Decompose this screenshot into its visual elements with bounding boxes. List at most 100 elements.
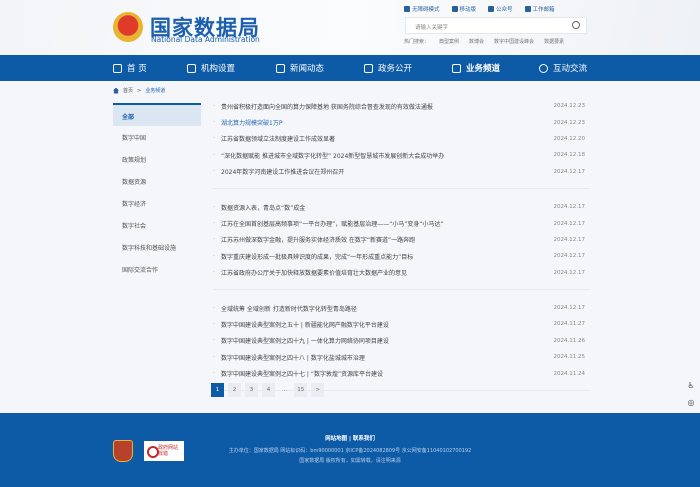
page-button[interactable]: 15 [294,383,308,397]
breadcrumb-separator: > [137,87,142,94]
list-item[interactable]: 2024年数字河南建设工作推进会议在郑州召开 2024.12.17 [213,164,590,180]
briefcase-icon [364,63,373,73]
article-date: 2024.11.24 [553,370,586,377]
divider [213,288,590,290]
article-title[interactable]: 数字中国建设典型案例之五十 | 新疆能化网产融数字化平台建设 [221,320,389,329]
search-placeholder: 请输入关键字 [415,25,449,31]
accessibility-float-icon[interactable]: ♿ [686,381,696,391]
sidebar: 全部 数字中国 政策规划 数据资源 数字经济 数字社会 数字科技和基础设施 国际交流合作 [113,103,201,280]
article-title[interactable]: 江苏在全国首创基层高频事项“一平台办理”，赋能基层治理——“小马”变身“小马达” [221,219,444,228]
article-date: 2024.12.17 [553,253,586,260]
sidebar-item[interactable]: 数字科技和基础设施 [113,236,201,258]
article-title[interactable]: 江苏省政府办公厅关于加快释放数据要素价值培育壮大数据产业的意见 [221,268,407,277]
article-title[interactable]: 江苏苏州做深数字金融，提升服务实体经济质效 在数字“新赛道”一路奔跑 [221,235,415,244]
hot-searches: 热门搜索： 典型案例 数博会 数字中国建设峰会 数据要素 [404,38,564,45]
main-nav: 首 页 机构设置 新闻动态 政务公开 业务频道 互动交流 [0,55,700,81]
article-date: 2024.11.27 [553,321,586,328]
nav-organization[interactable]: 机构设置 [187,62,235,74]
page-button: ... [282,387,288,393]
sidebar-item[interactable]: 数字社会 [113,214,201,236]
hot-term[interactable]: 典型案例 [439,38,459,45]
mail-icon [524,6,531,12]
footer-info: 主办单位：国家数据局 网站标识码：bm90000001 京ICP备2024082… [228,448,472,454]
article-title[interactable]: 数字中国建设典型案例之四十七 | “数字敦煌”资源库平台建设 [221,369,383,378]
article-date: 2024.11.25 [553,354,586,361]
pagination: 1 2 3 4... 15 > [211,383,325,397]
hot-term[interactable]: 数字中国建设峰会 [494,38,534,45]
list-item[interactable]: 江苏省政府办公厅关于加快释放数据要素价值培育壮大数据产业的意见 2024.12.1… [213,265,590,281]
article-title[interactable]: 数字中国建设典型案例之四十八 | 数字化盐城城市治理 [221,353,365,362]
list-item[interactable]: 数字中国建设典型案例之四十七 | “数字敦煌”资源库平台建设 2024.11.24 [213,365,590,381]
article-title[interactable]: 湖北算力规模突破1万P [221,118,282,127]
article-title[interactable]: 数字重庆建设形成一批极具辨识度的成果，完成“一年形成重点能力”目标 [221,252,413,261]
list-item[interactable]: “深化数据赋能 推进城市全域数字化转型” 2024新型智慧城市发展创新大会成功举… [213,147,590,163]
article-title[interactable]: 数据资源入表，青岛点“数”成金 [221,203,305,212]
search-input[interactable]: 请输入关键字 [405,17,587,34]
page-button[interactable]: 1 [211,383,224,397]
page-button[interactable]: 2 [228,383,241,397]
wechat-icon [488,6,495,12]
page-button[interactable]: 4 [262,383,275,397]
article-title[interactable]: “深化数据赋能 推进城市全域数字化转型” 2024新型智慧城市发展创新大会成功举… [221,151,444,160]
home-icon [113,63,122,73]
hot-term[interactable]: 数据要素 [544,38,564,45]
article-title[interactable]: 数字中国建设典型案例之四十九 | 一体化算力网络协同项目建设 [221,336,389,345]
wechat-link[interactable]: 公众号 [488,5,513,13]
article-date: 2024.12.17 [553,168,586,175]
hot-term[interactable]: 数博会 [469,38,484,45]
article-title[interactable]: 全域统筹 全域创新 打造新时代数字化转型青岛路径 [221,304,357,313]
article-date: 2024.12.20 [553,135,586,142]
list-item[interactable]: 湖北算力规模突破1万P 2024.12.23 [213,114,590,130]
list-item[interactable]: 江苏苏州做深数字金融，提升服务实体经济质效 在数字“新赛道”一路奔跑 2024.1… [213,232,590,248]
sidebar-item[interactable]: 国际交流合作 [113,258,201,280]
chat-icon [539,63,548,73]
list-item[interactable]: 贵州省积极打造面向全国的算力保障基地 获国务院综合督查发现的有效做法通报 2024… [213,98,590,114]
elder-mode-float-icon[interactable]: ◎ [686,398,696,408]
breadcrumb: 首页 > 业务频道 [113,87,165,94]
article-date: 2024.12.17 [553,220,586,227]
sidebar-item[interactable]: 数字中国 [113,126,201,148]
footer-links[interactable]: 网站地图 | 联系我们 [0,434,700,442]
breadcrumb-home[interactable]: 首页 [123,87,133,94]
list-item[interactable]: 江苏在全国首创基层高频事项“一平台办理”，赋能基层治理——“小马”变身“小马达”… [213,215,590,231]
breadcrumb-current[interactable]: 业务频道 [145,87,165,94]
email-link[interactable]: 工作邮箱 [524,5,555,13]
list-item[interactable]: 数字中国建设典型案例之四十九 | 一体化算力网络协同项目建设 2024.11.26 [213,333,590,349]
search-icon[interactable] [572,21,580,29]
list-item[interactable]: 数字中国建设典型案例之五十 | 新疆能化网产融数字化平台建设 2024.11.27 [213,316,590,332]
article-title[interactable]: 江苏省数据领域立法制度建设工作成效显著 [221,134,335,143]
article-date: 2024.12.23 [553,119,586,126]
hot-label: 热门搜索： [404,39,430,45]
mobile-link[interactable]: 移动版 [451,5,476,13]
site-title-en: National Data Administration [151,35,260,44]
divider [213,187,590,189]
accessibility-link[interactable]: 无障碍模式 [404,5,440,13]
article-date: 2024.12.17 [553,305,586,312]
list-item[interactable]: 数字重庆建设形成一批极具辨识度的成果，完成“一年形成重点能力”目标 2024.12… [213,248,590,264]
article-title[interactable]: 贵州省积极打造面向全国的算力保障基地 获国务院综合督查发现的有效做法通报 [221,102,433,111]
article-title[interactable]: 2024年数字河南建设工作推进会议在郑州召开 [221,167,344,176]
nav-news[interactable]: 新闻动态 [276,62,324,74]
nav-interaction[interactable]: 互动交流 [539,62,587,74]
article-date: 2024.12.17 [553,236,586,243]
sidebar-item[interactable]: 数字经济 [113,192,201,214]
page-button[interactable]: 3 [245,383,258,397]
list-item[interactable]: 全域统筹 全域创新 打造新时代数字化转型青岛路径 2024.12.17 [213,300,590,316]
next-page-button[interactable]: > [311,383,325,397]
news-list: 贵州省积极打造面向全国的算力保障基地 获国务院综合督查发现的有效做法通报 2024… [213,98,590,401]
article-date: 2024.12.17 [553,269,586,276]
top-links: 无障碍模式 移动版 公众号 工作邮箱 [404,5,555,13]
nav-home[interactable]: 首 页 [113,62,147,74]
national-emblem-logo [113,12,143,42]
nav-business[interactable]: 业务频道 [452,62,500,74]
list-item[interactable]: 江苏省数据领域立法制度建设工作成效显著 2024.12.20 [213,131,590,147]
nav-public-affairs[interactable]: 政务公开 [364,62,412,74]
document-icon [452,63,461,73]
list-item[interactable]: 数字中国建设典型案例之四十八 | 数字化盐城城市治理 2024.11.25 [213,349,590,365]
sidebar-item[interactable]: 政策规划 [113,148,201,170]
list-item[interactable]: 数据资源入表，青岛点“数”成金 2024.12.17 [213,199,590,215]
sidebar-item[interactable]: 数据资源 [113,170,201,192]
footer-copyright: 国家数据局 版权所有，如需转载，请注明来源 [299,458,401,464]
sidebar-item[interactable]: 全部 [113,103,201,126]
article-date: 2024.12.23 [553,103,586,110]
